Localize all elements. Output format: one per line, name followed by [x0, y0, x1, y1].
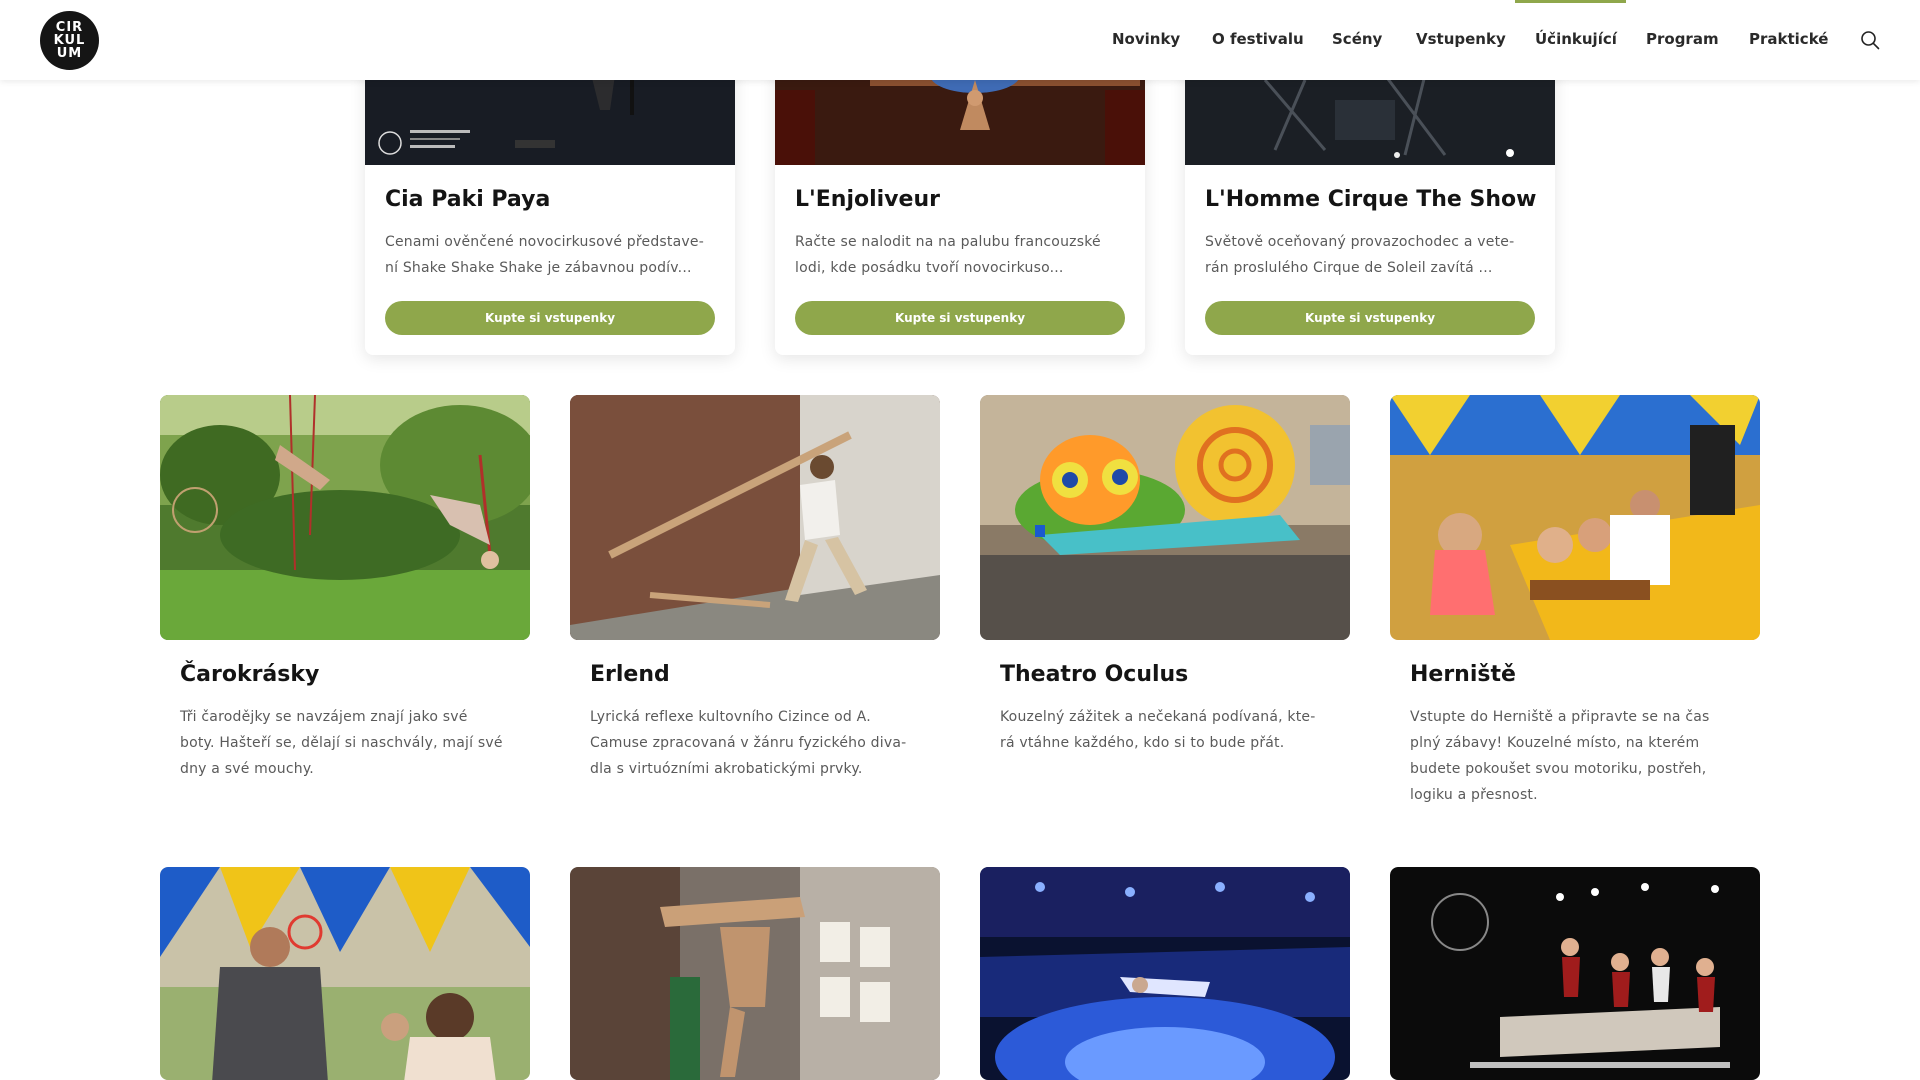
card-description-line: Kouzelný zážitek a nečekaná podívaná, kt… — [1000, 709, 1316, 725]
buy-tickets-button[interactable]: Kupte si vstupenky — [795, 301, 1125, 335]
card-description-line: Světově oceňovaný provazochodec a vete- — [1205, 234, 1515, 250]
card-description: Lyrická reflexe kultovního Cizince od A.… — [590, 704, 920, 782]
card-image[interactable] — [980, 395, 1350, 640]
site-header: CIR KUL UM Novinky O festivalu Scény Vst… — [0, 0, 1920, 80]
card-image[interactable] — [1390, 867, 1760, 1080]
card-description: Kouzelný zážitek a nečekaná podívaná, kt… — [1000, 704, 1330, 756]
card-description: Cenami ověnčené novocirkusové představe-… — [385, 229, 715, 281]
card-description-line: Vstupte do Herniště a připravte se na ča… — [1410, 709, 1710, 725]
performer-card — [1390, 867, 1760, 1080]
card-image[interactable] — [160, 395, 530, 640]
card-description-line: rá vtáhne každého, kdo si to bude přát. — [1000, 735, 1285, 751]
card-description-line: dny a své mouchy. — [180, 761, 314, 777]
card-image[interactable] — [570, 395, 940, 640]
performer-card: Herniště Vstupte do Herniště a připravte… — [1390, 395, 1760, 815]
card-title[interactable]: Herniště — [1410, 662, 1516, 687]
card-description-line: plný zábavy! Kouzelné místo, na kterém — [1410, 735, 1700, 751]
performer-card — [980, 867, 1350, 1080]
card-image[interactable] — [570, 867, 940, 1080]
performer-card — [160, 867, 530, 1080]
card-image[interactable] — [1390, 395, 1760, 640]
card-description-line: boty. Hašteří se, dělají si naschvály, m… — [180, 735, 503, 751]
nav-item-sceny[interactable]: Scény — [1332, 30, 1382, 48]
card-description-line: ní Shake Shake Shake je zábavnou podív..… — [385, 260, 692, 276]
card-description: Světově oceňovaný provazochodec a vete- … — [1205, 229, 1535, 281]
search-icon[interactable] — [1860, 30, 1880, 50]
card-image[interactable] — [160, 867, 530, 1080]
card-title[interactable]: Cia Paki Paya — [385, 187, 550, 212]
performer-card: Erlend Lyrická reflexe kultovního Cizinc… — [570, 395, 940, 815]
card-description-line: logiku a přesnost. — [1410, 787, 1538, 803]
performer-card: Čarokrásky Tři čarodějky se navzájem zna… — [160, 395, 530, 815]
nav-active-indicator — [1515, 0, 1626, 3]
card-title[interactable]: Erlend — [590, 662, 670, 687]
nav-item-o-festivalu[interactable]: O festivalu — [1212, 30, 1304, 48]
card-title[interactable]: L'Enjoliveur — [795, 187, 940, 212]
card-description-line: Račte se nalodit na na palubu francouzsk… — [795, 234, 1101, 250]
buy-tickets-button[interactable]: Kupte si vstupenky — [385, 301, 715, 335]
card-description-line: rán proslulého Cirque de Soleil zavítá .… — [1205, 260, 1493, 276]
card-description-line: lodi, kde posádku tvoří novocirkuso... — [795, 260, 1064, 276]
card-description: Vstupte do Herniště a připravte se na ča… — [1410, 704, 1740, 808]
performer-card — [570, 867, 940, 1080]
nav-item-ucinkujici[interactable]: Účinkující — [1535, 30, 1617, 48]
card-description-line: Camuse zpracovaná v žánru fyzického diva… — [590, 735, 907, 751]
nav-item-novinky[interactable]: Novinky — [1112, 30, 1180, 48]
card-title[interactable]: Theatro Oculus — [1000, 662, 1188, 687]
card-description-line: budete pokoušet svou motoriku, postřeh, — [1410, 761, 1707, 777]
buy-tickets-button[interactable]: Kupte si vstupenky — [1205, 301, 1535, 335]
nav-item-prakticke[interactable]: Praktické — [1749, 30, 1828, 48]
card-description: Tři čarodějky se navzájem znají jako své… — [180, 704, 510, 782]
nav-item-vstupenky[interactable]: Vstupenky — [1416, 30, 1506, 48]
card-description: Račte se nalodit na na palubu francouzsk… — [795, 229, 1125, 281]
card-title[interactable]: Čarokrásky — [180, 662, 319, 687]
card-description-line: Lyrická reflexe kultovního Cizince od A. — [590, 709, 871, 725]
card-description-line: Tři čarodějky se navzájem znají jako své — [180, 709, 468, 725]
performer-card: Theatro Oculus Kouzelný zážitek a nečeka… — [980, 395, 1350, 815]
nav-item-program[interactable]: Program — [1646, 30, 1719, 48]
card-description-line: Cenami ověnčené novocirkusové představe- — [385, 234, 704, 250]
card-title[interactable]: L'Homme Cirque The Show — [1205, 187, 1536, 212]
card-image[interactable] — [980, 867, 1350, 1080]
main-nav: Novinky O festivalu Scény Vstupenky Účin… — [0, 0, 1920, 80]
card-description-line: dla s virtuózními akrobatickými prvky. — [590, 761, 863, 777]
